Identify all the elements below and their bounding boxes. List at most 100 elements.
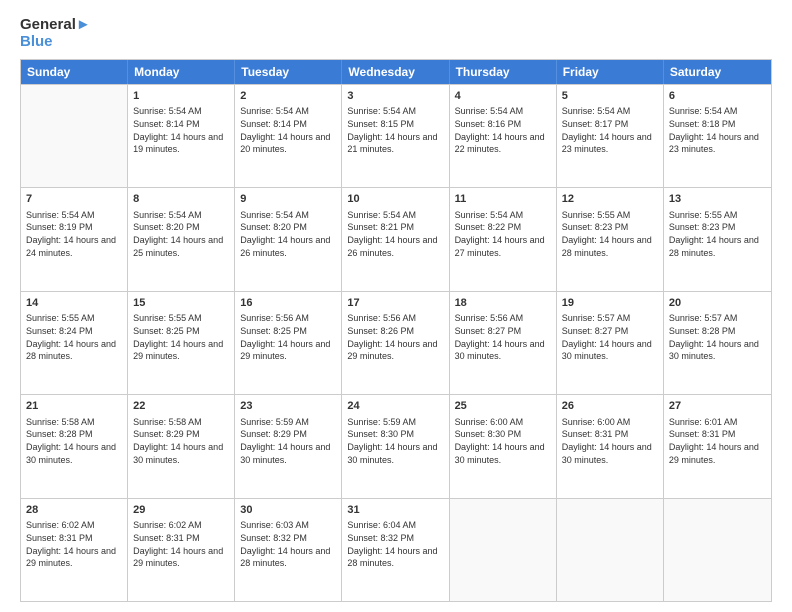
calendar: SundayMondayTuesdayWednesdayThursdayFrid…: [20, 59, 772, 603]
calendar-cell: 3 Sunrise: 5:54 AMSunset: 8:15 PMDayligh…: [342, 85, 449, 188]
cell-info: Sunrise: 5:54 AMSunset: 8:21 PMDaylight:…: [347, 209, 443, 259]
cell-info: Sunrise: 5:54 AMSunset: 8:20 PMDaylight:…: [240, 209, 336, 259]
day-number: 9: [240, 192, 336, 207]
day-number: 23: [240, 399, 336, 414]
cell-info: Sunrise: 5:54 AMSunset: 8:16 PMDaylight:…: [455, 105, 551, 155]
day-number: 6: [669, 89, 766, 104]
calendar-cell: 11 Sunrise: 5:54 AMSunset: 8:22 PMDaylig…: [450, 188, 557, 291]
header-day-tuesday: Tuesday: [235, 60, 342, 84]
header-day-thursday: Thursday: [450, 60, 557, 84]
day-number: 31: [347, 503, 443, 518]
calendar-body: 1 Sunrise: 5:54 AMSunset: 8:14 PMDayligh…: [21, 84, 771, 602]
calendar-cell: 30 Sunrise: 6:03 AMSunset: 8:32 PMDaylig…: [235, 499, 342, 602]
calendar-cell: 31 Sunrise: 6:04 AMSunset: 8:32 PMDaylig…: [342, 499, 449, 602]
calendar-cell: 18 Sunrise: 5:56 AMSunset: 8:27 PMDaylig…: [450, 292, 557, 395]
day-number: 13: [669, 192, 766, 207]
cell-info: Sunrise: 5:54 AMSunset: 8:17 PMDaylight:…: [562, 105, 658, 155]
day-number: 30: [240, 503, 336, 518]
calendar-week-1: 1 Sunrise: 5:54 AMSunset: 8:14 PMDayligh…: [21, 84, 771, 188]
cell-info: Sunrise: 5:56 AMSunset: 8:26 PMDaylight:…: [347, 312, 443, 362]
cell-info: Sunrise: 5:58 AMSunset: 8:29 PMDaylight:…: [133, 416, 229, 466]
calendar-cell: 14 Sunrise: 5:55 AMSunset: 8:24 PMDaylig…: [21, 292, 128, 395]
cell-info: Sunrise: 5:59 AMSunset: 8:29 PMDaylight:…: [240, 416, 336, 466]
day-number: 7: [26, 192, 122, 207]
calendar-header: SundayMondayTuesdayWednesdayThursdayFrid…: [21, 60, 771, 84]
day-number: 3: [347, 89, 443, 104]
cell-info: Sunrise: 5:54 AMSunset: 8:20 PMDaylight:…: [133, 209, 229, 259]
cell-info: Sunrise: 5:55 AMSunset: 8:23 PMDaylight:…: [669, 209, 766, 259]
cell-info: Sunrise: 5:55 AMSunset: 8:25 PMDaylight:…: [133, 312, 229, 362]
cell-info: Sunrise: 5:56 AMSunset: 8:25 PMDaylight:…: [240, 312, 336, 362]
cell-info: Sunrise: 5:54 AMSunset: 8:15 PMDaylight:…: [347, 105, 443, 155]
header-day-saturday: Saturday: [664, 60, 771, 84]
calendar-cell: 7 Sunrise: 5:54 AMSunset: 8:19 PMDayligh…: [21, 188, 128, 291]
cell-info: Sunrise: 6:02 AMSunset: 8:31 PMDaylight:…: [133, 519, 229, 569]
calendar-cell: 9 Sunrise: 5:54 AMSunset: 8:20 PMDayligh…: [235, 188, 342, 291]
cell-info: Sunrise: 5:59 AMSunset: 8:30 PMDaylight:…: [347, 416, 443, 466]
logo: General► Blue: [20, 16, 91, 51]
day-number: 17: [347, 296, 443, 311]
day-number: 18: [455, 296, 551, 311]
cell-info: Sunrise: 5:54 AMSunset: 8:18 PMDaylight:…: [669, 105, 766, 155]
day-number: 8: [133, 192, 229, 207]
day-number: 11: [455, 192, 551, 207]
calendar-cell: 21 Sunrise: 5:58 AMSunset: 8:28 PMDaylig…: [21, 395, 128, 498]
calendar-cell: [450, 499, 557, 602]
cell-info: Sunrise: 5:54 AMSunset: 8:14 PMDaylight:…: [240, 105, 336, 155]
calendar-cell: 8 Sunrise: 5:54 AMSunset: 8:20 PMDayligh…: [128, 188, 235, 291]
cell-info: Sunrise: 5:57 AMSunset: 8:27 PMDaylight:…: [562, 312, 658, 362]
logo-text: General► Blue: [20, 16, 91, 51]
cell-info: Sunrise: 5:56 AMSunset: 8:27 PMDaylight:…: [455, 312, 551, 362]
cell-info: Sunrise: 5:58 AMSunset: 8:28 PMDaylight:…: [26, 416, 122, 466]
header-day-sunday: Sunday: [21, 60, 128, 84]
calendar-cell: 22 Sunrise: 5:58 AMSunset: 8:29 PMDaylig…: [128, 395, 235, 498]
header-day-wednesday: Wednesday: [342, 60, 449, 84]
calendar-week-3: 14 Sunrise: 5:55 AMSunset: 8:24 PMDaylig…: [21, 291, 771, 395]
calendar-week-2: 7 Sunrise: 5:54 AMSunset: 8:19 PMDayligh…: [21, 187, 771, 291]
cell-info: Sunrise: 6:04 AMSunset: 8:32 PMDaylight:…: [347, 519, 443, 569]
calendar-cell: 19 Sunrise: 5:57 AMSunset: 8:27 PMDaylig…: [557, 292, 664, 395]
calendar-cell: 28 Sunrise: 6:02 AMSunset: 8:31 PMDaylig…: [21, 499, 128, 602]
cell-info: Sunrise: 6:00 AMSunset: 8:31 PMDaylight:…: [562, 416, 658, 466]
calendar-cell: 12 Sunrise: 5:55 AMSunset: 8:23 PMDaylig…: [557, 188, 664, 291]
day-number: 26: [562, 399, 658, 414]
day-number: 24: [347, 399, 443, 414]
day-number: 19: [562, 296, 658, 311]
calendar-cell: 26 Sunrise: 6:00 AMSunset: 8:31 PMDaylig…: [557, 395, 664, 498]
calendar-cell: 13 Sunrise: 5:55 AMSunset: 8:23 PMDaylig…: [664, 188, 771, 291]
day-number: 1: [133, 89, 229, 104]
day-number: 14: [26, 296, 122, 311]
day-number: 12: [562, 192, 658, 207]
day-number: 5: [562, 89, 658, 104]
cell-info: Sunrise: 6:00 AMSunset: 8:30 PMDaylight:…: [455, 416, 551, 466]
cell-info: Sunrise: 6:02 AMSunset: 8:31 PMDaylight:…: [26, 519, 122, 569]
day-number: 20: [669, 296, 766, 311]
calendar-cell: 1 Sunrise: 5:54 AMSunset: 8:14 PMDayligh…: [128, 85, 235, 188]
day-number: 21: [26, 399, 122, 414]
calendar-cell: 17 Sunrise: 5:56 AMSunset: 8:26 PMDaylig…: [342, 292, 449, 395]
calendar-cell: 25 Sunrise: 6:00 AMSunset: 8:30 PMDaylig…: [450, 395, 557, 498]
day-number: 4: [455, 89, 551, 104]
day-number: 22: [133, 399, 229, 414]
calendar-cell: [557, 499, 664, 602]
calendar-cell: 10 Sunrise: 5:54 AMSunset: 8:21 PMDaylig…: [342, 188, 449, 291]
cell-info: Sunrise: 5:57 AMSunset: 8:28 PMDaylight:…: [669, 312, 766, 362]
cell-info: Sunrise: 5:54 AMSunset: 8:22 PMDaylight:…: [455, 209, 551, 259]
header-day-friday: Friday: [557, 60, 664, 84]
calendar-cell: 29 Sunrise: 6:02 AMSunset: 8:31 PMDaylig…: [128, 499, 235, 602]
calendar-cell: 4 Sunrise: 5:54 AMSunset: 8:16 PMDayligh…: [450, 85, 557, 188]
calendar-cell: 2 Sunrise: 5:54 AMSunset: 8:14 PMDayligh…: [235, 85, 342, 188]
cell-info: Sunrise: 5:54 AMSunset: 8:14 PMDaylight:…: [133, 105, 229, 155]
calendar-cell: 23 Sunrise: 5:59 AMSunset: 8:29 PMDaylig…: [235, 395, 342, 498]
calendar-cell: 20 Sunrise: 5:57 AMSunset: 8:28 PMDaylig…: [664, 292, 771, 395]
page: General► Blue SundayMondayTuesdayWednesd…: [0, 0, 792, 612]
day-number: 27: [669, 399, 766, 414]
day-number: 2: [240, 89, 336, 104]
calendar-cell: 15 Sunrise: 5:55 AMSunset: 8:25 PMDaylig…: [128, 292, 235, 395]
cell-info: Sunrise: 5:54 AMSunset: 8:19 PMDaylight:…: [26, 209, 122, 259]
calendar-cell: 6 Sunrise: 5:54 AMSunset: 8:18 PMDayligh…: [664, 85, 771, 188]
calendar-cell: [21, 85, 128, 188]
calendar-cell: 5 Sunrise: 5:54 AMSunset: 8:17 PMDayligh…: [557, 85, 664, 188]
day-number: 16: [240, 296, 336, 311]
calendar-cell: [664, 499, 771, 602]
